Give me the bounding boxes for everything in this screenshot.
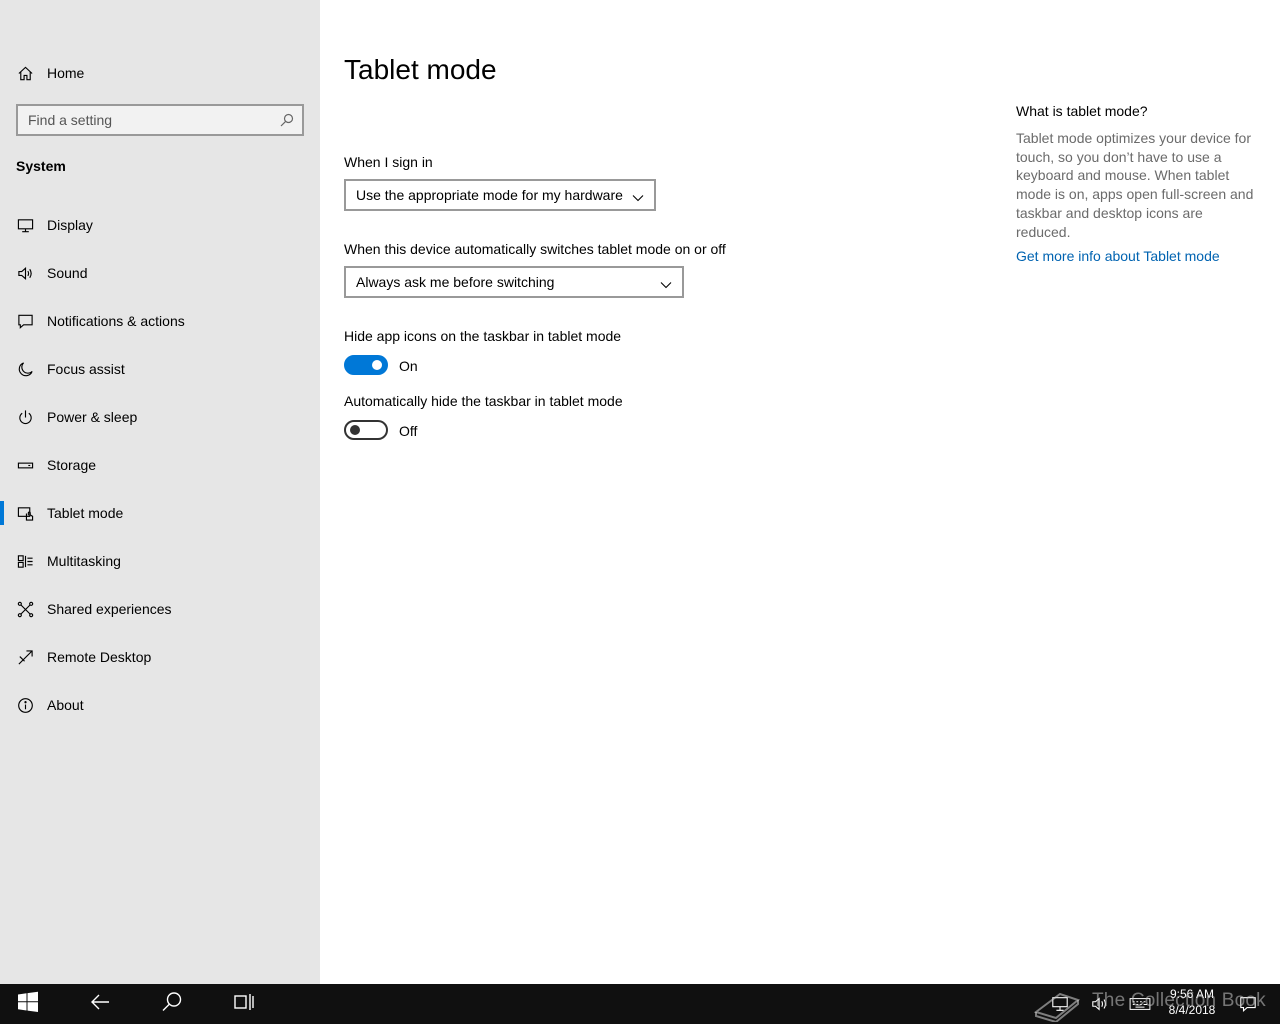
remote-desktop-icon (16, 648, 34, 666)
hide-taskbar-toggle[interactable] (344, 420, 388, 440)
message-icon (16, 312, 34, 330)
auto-switch-label: When this device automatically switches … (344, 241, 726, 257)
power-icon (16, 408, 34, 426)
dropdown-value: Always ask me before switching (356, 274, 555, 290)
section-title-system: System (16, 158, 66, 174)
sidebar-item-sound[interactable]: Sound (0, 253, 320, 293)
sidebar-item-label: Display (47, 217, 93, 233)
sidebar-item-notifications[interactable]: Notifications & actions (0, 301, 320, 341)
sidebar-item-tablet-mode[interactable]: Tablet mode (0, 493, 320, 533)
sidebar-item-focus-assist[interactable]: Focus assist (0, 349, 320, 389)
search-input[interactable] (18, 106, 278, 134)
sidebar-item-multitasking[interactable]: Multitasking (0, 541, 320, 581)
tablet-mode-icon (16, 504, 34, 522)
sidebar-item-storage[interactable]: Storage (0, 445, 320, 485)
sidebar-item-label: Focus assist (47, 361, 125, 377)
sidebar: Home System Display Sound Notifications … (0, 0, 320, 984)
help-text: Tablet mode optimizes your device for to… (1016, 130, 1254, 240)
info-icon (16, 696, 34, 714)
help-title: What is tablet mode? (1016, 103, 1148, 119)
sign-in-label: When I sign in (344, 154, 433, 170)
search-icon[interactable] (280, 113, 294, 127)
toggle-knob (372, 360, 382, 370)
search-button[interactable] (148, 984, 196, 1024)
sidebar-item-about[interactable]: About (0, 685, 320, 725)
sidebar-item-label: Remote Desktop (47, 649, 152, 665)
monitor-icon (16, 216, 34, 234)
tablet-mode-info-link[interactable]: Get more info about Tablet mode (1016, 248, 1220, 264)
chevron-down-icon (660, 277, 672, 289)
sidebar-item-label: Power & sleep (47, 409, 138, 425)
hide-icons-label: Hide app icons on the taskbar in tablet … (344, 328, 622, 344)
hide-taskbar-state: Off (399, 423, 418, 439)
task-view-button[interactable] (220, 984, 268, 1024)
task-view-icon (233, 991, 255, 1018)
toggle-knob (350, 425, 360, 435)
sidebar-item-label: Storage (47, 457, 97, 473)
search-setting-box[interactable] (16, 104, 304, 136)
sidebar-item-label: Multitasking (47, 553, 121, 569)
watermark-text: The Collection Book (1092, 990, 1266, 1011)
multitasking-icon (16, 552, 34, 570)
sidebar-item-label: Sound (47, 265, 88, 281)
hide-icons-state: On (399, 358, 418, 374)
page-title: Tablet mode (344, 54, 497, 85)
sidebar-item-power-sleep[interactable]: Power & sleep (0, 397, 320, 437)
sidebar-item-label: Notifications & actions (47, 313, 185, 329)
moon-icon (16, 360, 34, 378)
sign-in-mode-dropdown[interactable]: Use the appropriate mode for my hardware (344, 179, 656, 211)
sidebar-item-label: Shared experiences (47, 601, 172, 617)
auto-switch-dropdown[interactable]: Always ask me before switching (344, 266, 684, 298)
search-icon (161, 991, 183, 1018)
dropdown-value: Use the appropriate mode for my hardware (356, 187, 623, 203)
hide-taskbar-label: Automatically hide the taskbar in tablet… (344, 393, 623, 409)
sidebar-item-remote-desktop[interactable]: Remote Desktop (0, 637, 320, 677)
start-button[interactable] (4, 984, 52, 1024)
sidebar-item-home[interactable]: Home (0, 56, 320, 90)
storage-drive-icon (16, 456, 34, 474)
sidebar-item-label: Home (47, 65, 85, 81)
home-icon (16, 64, 34, 82)
windows-logo-icon (17, 991, 39, 1018)
speaker-icon (16, 264, 34, 282)
back-button[interactable] (76, 984, 124, 1024)
sidebar-item-label: About (47, 697, 84, 713)
sidebar-item-shared-experiences[interactable]: Shared experiences (0, 589, 320, 629)
hide-icons-toggle[interactable] (344, 355, 388, 375)
shared-experiences-icon (16, 600, 34, 618)
chevron-down-icon (632, 190, 644, 202)
sidebar-item-label: Tablet mode (47, 505, 124, 521)
back-arrow-icon (89, 991, 111, 1018)
sidebar-item-display[interactable]: Display (0, 205, 320, 245)
